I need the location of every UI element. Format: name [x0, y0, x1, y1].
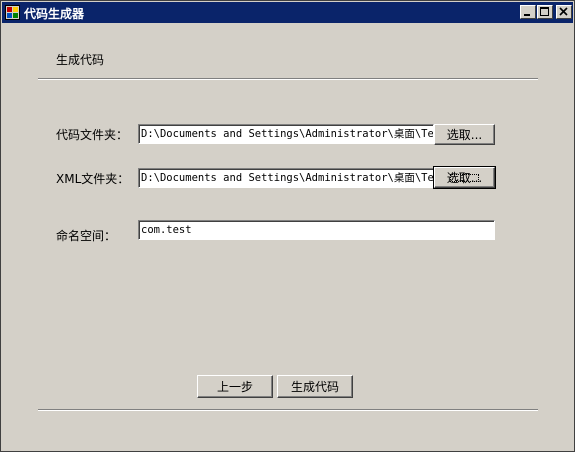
app-window: 代码生成器 生成代码 代码文件夹： D:\Documents and Setti… — [0, 0, 575, 452]
generate-code-label: 生成代码 — [290, 380, 339, 394]
namespace-label: 命名空间： — [56, 229, 117, 243]
title-bar[interactable]: 代码生成器 — [2, 2, 573, 23]
namespace-input[interactable]: com.test — [138, 220, 495, 240]
minimize-button[interactable] — [520, 5, 536, 19]
code-folder-label: 代码文件夹： — [56, 128, 129, 142]
minimize-icon — [524, 14, 530, 16]
section-title: 生成代码 — [56, 53, 105, 67]
maximize-icon — [540, 7, 549, 16]
xml-folder-input[interactable]: D:\Documents and Settings\Administrator\… — [138, 168, 434, 188]
top-separator — [38, 78, 538, 80]
close-icon — [559, 7, 568, 16]
xml-folder-browse-label: 选取... — [446, 171, 483, 185]
app-icon — [5, 5, 20, 20]
previous-step-button[interactable]: 上一步 — [197, 375, 273, 398]
bottom-separator — [38, 409, 538, 411]
code-folder-input[interactable]: D:\Documents and Settings\Administrator\… — [138, 124, 434, 144]
close-button[interactable] — [556, 5, 572, 19]
maximize-button[interactable] — [537, 5, 553, 19]
window-title: 代码生成器 — [24, 7, 85, 21]
previous-step-label: 上一步 — [216, 380, 253, 394]
code-folder-browse-label: 选取... — [446, 128, 483, 142]
code-folder-browse-button[interactable]: 选取... — [434, 124, 495, 145]
generate-code-button[interactable]: 生成代码 — [277, 375, 353, 398]
xml-folder-browse-button[interactable]: 选取... — [433, 166, 496, 189]
xml-folder-label: XML文件夹： — [56, 172, 130, 186]
